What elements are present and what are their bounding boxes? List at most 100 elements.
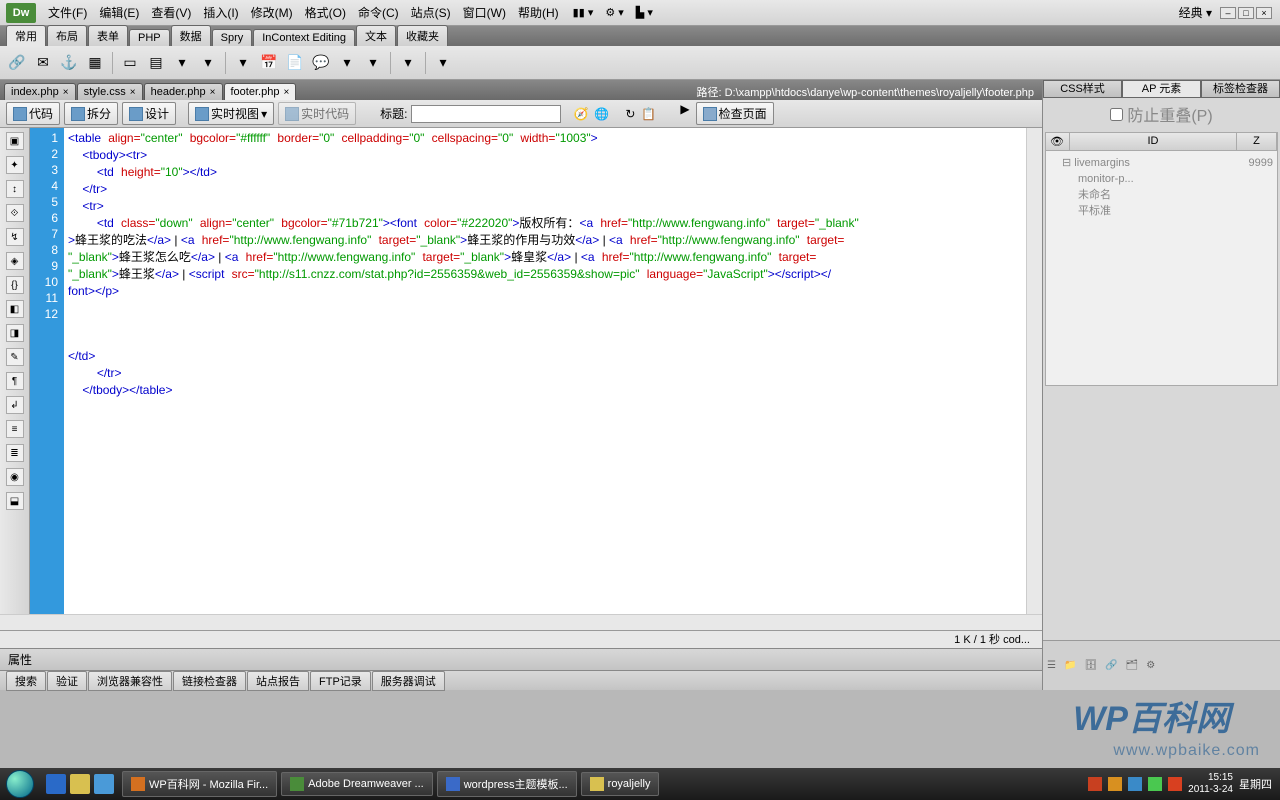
close-icon[interactable]: × [210, 87, 216, 98]
cat-tab-text[interactable]: 文本 [356, 25, 396, 46]
linenum-icon[interactable]: ↯ [6, 228, 24, 246]
properties-panel-header[interactable]: 属性 [0, 648, 1042, 670]
prevent-overlap-checkbox[interactable] [1110, 108, 1123, 121]
results-tab-links[interactable]: 链接检查器 [173, 671, 246, 691]
outdent-icon[interactable]: ◨ [6, 324, 24, 342]
comment-icon[interactable]: ¶ [6, 372, 24, 390]
image-icon[interactable]: ▾ [197, 52, 219, 74]
split-view-button[interactable]: 拆分 [64, 102, 118, 125]
tree-item[interactable]: ⊟ livemargins 9999 [1050, 155, 1273, 171]
email-icon[interactable]: ✉ [32, 52, 54, 74]
menu-site[interactable]: 站点(S) [405, 4, 457, 21]
panel-tab-css[interactable]: CSS样式 [1043, 80, 1122, 98]
file-tab-header[interactable]: header.php× [144, 83, 223, 100]
options-icon[interactable]: 📋 [641, 107, 656, 121]
task-dreamweaver[interactable]: Adobe Dreamweaver ... [281, 772, 433, 796]
syntax-icon[interactable]: {} [6, 276, 24, 294]
quick-qq-icon[interactable] [94, 774, 114, 794]
menu-view[interactable]: 查看(V) [145, 4, 197, 21]
validate-icon[interactable]: ▶ [680, 102, 689, 125]
maximize-button[interactable]: □ [1238, 7, 1254, 19]
title-input[interactable] [411, 105, 561, 123]
file-tab-style[interactable]: style.css× [77, 83, 143, 100]
vertical-scrollbar[interactable] [1026, 128, 1042, 614]
menu-format[interactable]: 格式(O) [299, 4, 352, 21]
nav-icon[interactable]: 🧭 [573, 107, 588, 121]
cat-tab-common[interactable]: 常用 [6, 25, 46, 46]
cat-tab-ice[interactable]: InContext Editing [253, 29, 355, 46]
minimize-button[interactable]: – [1220, 7, 1236, 19]
results-tab-site[interactable]: 站点报告 [247, 671, 309, 691]
results-tab-ftp[interactable]: FTP记录 [310, 671, 371, 691]
live-view-button[interactable]: 实时视图 ▾ [188, 102, 274, 125]
cat-tab-spry[interactable]: Spry [212, 29, 253, 46]
select-icon[interactable]: ↕ [6, 180, 24, 198]
table-icon[interactable]: ▦ [84, 52, 106, 74]
design-view-button[interactable]: 设计 [122, 102, 176, 125]
more2-icon[interactable]: ▾ [432, 52, 454, 74]
panel-tab-tag[interactable]: 标签检查器 [1201, 80, 1280, 98]
link-icon[interactable]: 🔗 [6, 52, 28, 74]
div-icon[interactable]: ▭ [119, 52, 141, 74]
tree-item[interactable]: 未命名 [1050, 187, 1273, 203]
quick-ie-icon[interactable] [46, 774, 66, 794]
file-tab-index[interactable]: index.php× [4, 83, 76, 100]
cat-tab-fav[interactable]: 收藏夹 [397, 25, 448, 46]
results-tab-server[interactable]: 服务器调试 [372, 671, 445, 691]
tray-icon[interactable] [1088, 777, 1102, 791]
snippet-icon[interactable]: ≣ [6, 444, 24, 462]
tag-icon[interactable]: ▾ [362, 52, 384, 74]
results-tab-search[interactable]: 搜索 [6, 671, 46, 691]
cat-tab-layout[interactable]: 布局 [47, 25, 87, 46]
close-icon[interactable]: × [283, 87, 289, 98]
check-page-button[interactable]: 检查页面 [696, 102, 774, 125]
format-icon[interactable]: ✎ [6, 348, 24, 366]
indent-icon[interactable]: ◧ [6, 300, 24, 318]
menu-commands[interactable]: 命令(C) [352, 4, 405, 21]
code-view-button[interactable]: 代码 [6, 102, 60, 125]
panel-tab-ap[interactable]: AP 元素 [1122, 80, 1201, 98]
close-icon[interactable]: × [130, 87, 136, 98]
cat-tab-forms[interactable]: 表单 [88, 25, 128, 46]
collapse-icon[interactable]: ▣ [6, 132, 24, 150]
tree-item[interactable]: 平标准 [1050, 203, 1273, 219]
task-folder[interactable]: royaljelly [581, 772, 660, 796]
highlight-icon[interactable]: ◈ [6, 252, 24, 270]
ref-icon[interactable]: ◉ [6, 468, 24, 486]
css-icon[interactable]: ⬓ [6, 492, 24, 510]
date-icon[interactable]: 📅 [258, 52, 280, 74]
script-icon[interactable]: 💬 [310, 52, 332, 74]
menu-edit[interactable]: 编辑(E) [93, 4, 145, 21]
quick-explorer-icon[interactable] [70, 774, 90, 794]
results-tab-browser[interactable]: 浏览器兼容性 [88, 671, 172, 691]
file-tab-footer[interactable]: footer.php× [224, 83, 297, 100]
menu-modify[interactable]: 修改(M) [245, 4, 299, 21]
menu-help[interactable]: 帮助(H) [512, 4, 565, 21]
task-word[interactable]: wordpress主题模板... [437, 771, 577, 797]
tray-icon[interactable] [1108, 777, 1122, 791]
comment-icon[interactable]: 📄 [284, 52, 306, 74]
expand-icon[interactable]: ✦ [6, 156, 24, 174]
menu-insert[interactable]: 插入(I) [197, 4, 244, 21]
globe-icon[interactable]: 🌐 [594, 107, 609, 121]
menu-window[interactable]: 窗口(W) [457, 4, 512, 21]
more-icon[interactable]: ▾ [397, 52, 419, 74]
flash-icon[interactable]: ▾ [232, 52, 254, 74]
refresh-icon[interactable]: ↻ [625, 107, 635, 121]
workspace-selector[interactable]: 经典 ▾ [1175, 4, 1212, 21]
tree-item[interactable]: monitor-p... [1050, 171, 1273, 187]
wrap-icon[interactable]: ↲ [6, 396, 24, 414]
layout-icon[interactable]: ▤ [145, 52, 167, 74]
task-firefox[interactable]: WP百科网 - Mozilla Fir... [122, 771, 277, 797]
anchor-icon[interactable]: ⚓ [58, 52, 80, 74]
tray-icon[interactable] [1128, 777, 1142, 791]
system-clock[interactable]: 15:15 2011-3-24 [1188, 772, 1233, 796]
results-tab-validate[interactable]: 验证 [47, 671, 87, 691]
menu-file[interactable]: 文件(F) [42, 4, 93, 21]
recent-icon[interactable]: ≡ [6, 420, 24, 438]
start-button[interactable] [0, 768, 40, 800]
cat-tab-php[interactable]: PHP [129, 29, 170, 46]
horizontal-scrollbar[interactable] [0, 614, 1042, 630]
balance-icon[interactable]: ⟐ [6, 204, 24, 222]
nav-icon[interactable]: ▾ [171, 52, 193, 74]
